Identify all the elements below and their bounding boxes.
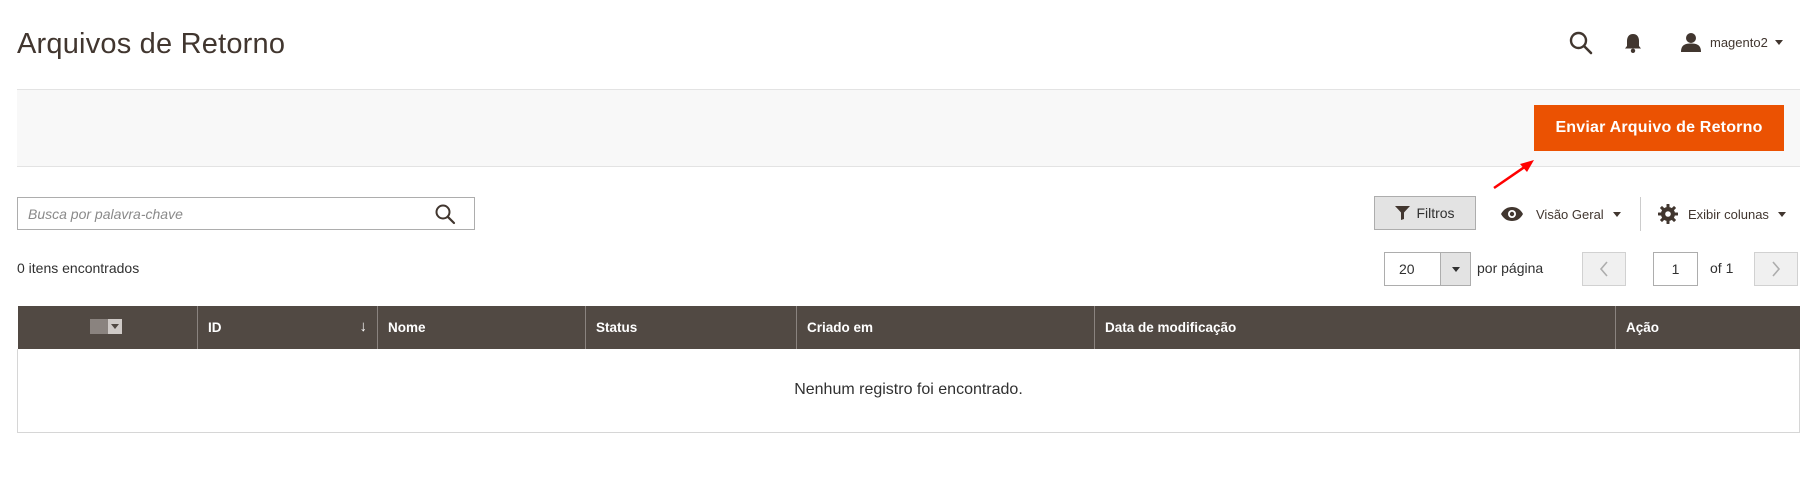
filter-icon bbox=[1395, 206, 1411, 220]
search-icon[interactable] bbox=[434, 203, 456, 225]
columns-switcher[interactable]: Exibir colunas bbox=[1658, 202, 1786, 226]
empty-message: Nenhum registro foi encontrado. bbox=[17, 349, 1800, 433]
mass-select-dropdown[interactable] bbox=[89, 318, 122, 334]
view-label: Visão Geral bbox=[1536, 206, 1604, 222]
mass-select-checkbox[interactable] bbox=[89, 318, 108, 334]
empty-row: Nenhum registro foi encontrado. bbox=[17, 349, 1800, 433]
column-header-acao: Ação bbox=[1615, 306, 1800, 349]
page-title: Arquivos de Retorno bbox=[17, 28, 286, 60]
records-found: 0 itens encontrados bbox=[17, 260, 140, 276]
chevron-down-icon bbox=[1774, 39, 1783, 45]
search-input[interactable] bbox=[18, 198, 418, 229]
chevron-right-icon bbox=[1772, 261, 1781, 277]
header-search-icon[interactable] bbox=[1568, 30, 1594, 56]
annotation-arrow bbox=[1493, 160, 1534, 190]
total-pages: of 1 bbox=[1710, 260, 1734, 276]
keyword-search bbox=[17, 197, 475, 230]
column-header-nome[interactable]: Nome bbox=[377, 306, 586, 349]
chevron-left-icon bbox=[1599, 261, 1608, 277]
page-number-input[interactable] bbox=[1653, 252, 1698, 286]
mass-select-column bbox=[18, 306, 198, 349]
toolbar-divider bbox=[1640, 197, 1641, 231]
bell-icon[interactable] bbox=[1622, 32, 1644, 54]
per-page-label: por página bbox=[1477, 260, 1544, 276]
next-page-button[interactable] bbox=[1754, 252, 1798, 286]
column-header-criado-em[interactable]: Criado em bbox=[796, 306, 1095, 349]
previous-page-button[interactable] bbox=[1582, 252, 1626, 286]
chevron-down-icon[interactable] bbox=[1440, 253, 1470, 285]
column-header-data-modificacao[interactable]: Data de modificação bbox=[1094, 306, 1616, 349]
per-page-value: 20 bbox=[1399, 261, 1415, 277]
chevron-down-icon[interactable] bbox=[107, 318, 122, 334]
gear-icon bbox=[1658, 204, 1678, 224]
per-page-select[interactable]: 20 bbox=[1384, 252, 1471, 286]
filters-button[interactable]: Filtros bbox=[1374, 196, 1476, 230]
eye-icon bbox=[1501, 207, 1523, 221]
user-icon bbox=[1681, 33, 1701, 52]
upload-return-file-button[interactable]: Enviar Arquivo de Retorno bbox=[1534, 105, 1784, 151]
filters-label: Filtros bbox=[1416, 205, 1455, 221]
username: magento2 bbox=[1710, 34, 1768, 50]
chevron-down-icon bbox=[1612, 211, 1621, 217]
grid-header-row: ID ↓ Nome Status Criado em Data de modif… bbox=[17, 306, 1800, 349]
column-header-status[interactable]: Status bbox=[585, 306, 797, 349]
view-switcher[interactable]: Visão Geral bbox=[1500, 202, 1621, 226]
column-header-id[interactable]: ID ↓ bbox=[197, 306, 378, 349]
user-account-menu[interactable]: magento2 bbox=[1680, 30, 1783, 54]
columns-label: Exibir colunas bbox=[1688, 206, 1769, 222]
sort-arrow-icon: ↓ bbox=[359, 318, 368, 335]
chevron-down-icon bbox=[1777, 211, 1786, 217]
data-grid: ID ↓ Nome Status Criado em Data de modif… bbox=[17, 306, 1800, 433]
